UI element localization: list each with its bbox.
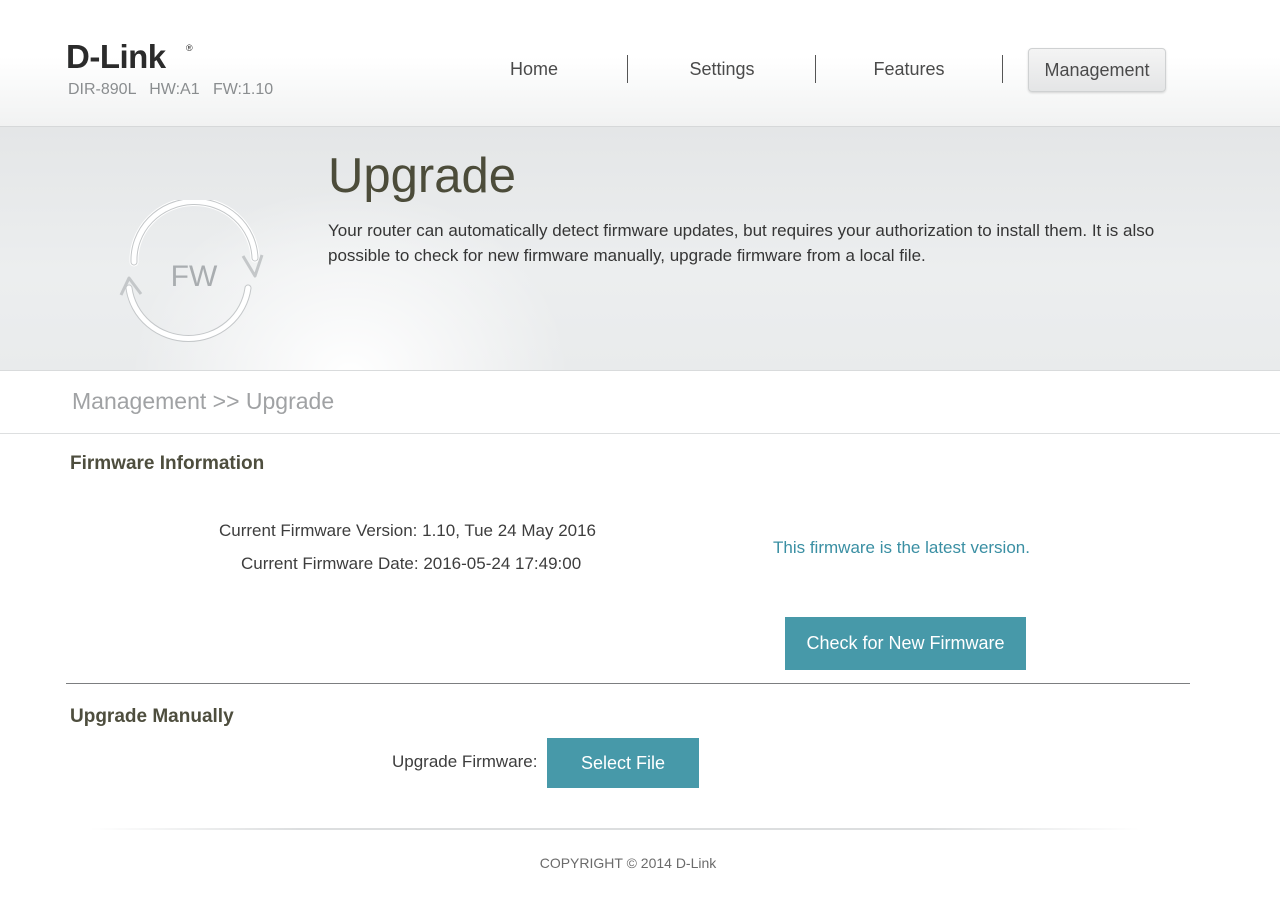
current-firmware-version: Current Firmware Version: 1.10, Tue 24 M… [219,521,597,540]
section-title-firmware-information: Firmware Information [70,453,265,474]
fw-icon-label: FW [171,260,218,293]
breadcrumb: Management >> Upgrade [72,388,335,414]
nav-divider [1002,55,1003,83]
nav-management[interactable]: Management [1028,48,1166,92]
nav-divider [815,55,816,83]
firmware-refresh-icon: FW [119,200,264,342]
section-title-upgrade-manually: Upgrade Manually [70,706,234,727]
nav-settings[interactable]: Settings [662,50,782,88]
upgrade-firmware-label: Upgrade Firmware: [392,752,538,771]
page-description: Your router can automatically detect fir… [328,221,1155,265]
firmware-status: This firmware is the latest version. [773,538,1030,557]
model-info: DIR-890L HW:A1 FW:1.10 [68,81,274,98]
registered-mark: ® [186,43,193,53]
nav-divider [627,55,628,83]
select-file-button[interactable]: Select File [547,738,699,788]
page-title: Upgrade [328,149,516,203]
section-divider [66,683,1190,684]
dlink-logo: D-Link [66,38,166,75]
nav-home[interactable]: Home [480,50,588,88]
nav-features[interactable]: Features [850,50,968,88]
check-new-firmware-button[interactable]: Check for New Firmware [785,617,1026,670]
copyright: COPYRIGHT © 2014 D-Link [539,855,717,871]
divider [0,433,1280,434]
footer-divider [90,828,1140,830]
current-firmware-date: Current Firmware Date: 2016-05-24 17:49:… [241,554,582,573]
